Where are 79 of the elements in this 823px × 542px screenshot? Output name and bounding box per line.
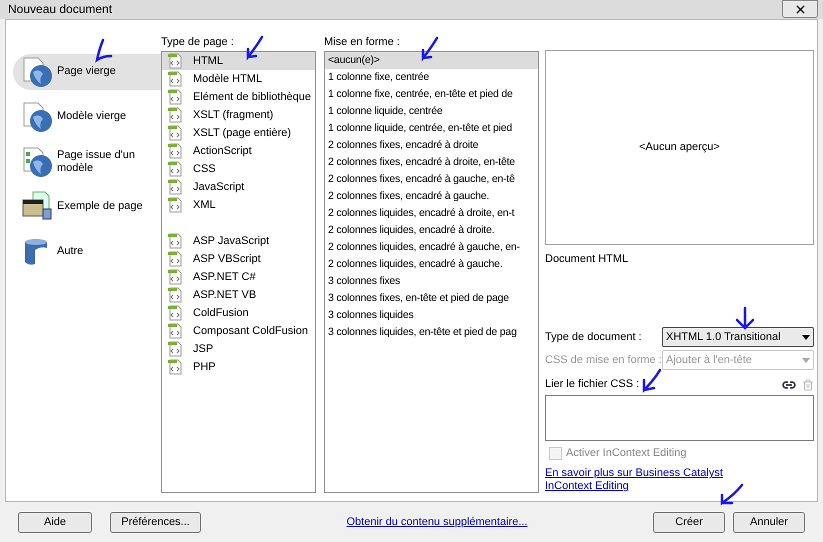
layout-item[interactable]: 2 colonnes liquides, encadré à gauche. <box>325 256 538 273</box>
page-type-item[interactable]: ASP VBScript <box>162 250 315 268</box>
page-type-item[interactable]: XML <box>162 196 315 214</box>
footer-button[interactable]: Aide <box>18 512 92 533</box>
page-type-item[interactable]: PHP <box>162 358 315 376</box>
page-type-item[interactable]: ASP JavaScript <box>162 232 315 250</box>
file-code-icon <box>167 286 183 303</box>
category-icon <box>21 146 53 178</box>
file-code-icon <box>167 178 183 195</box>
layout-item[interactable]: 3 colonnes fixes, en-tête et pied de page <box>325 290 538 307</box>
preview-area: <Aucun aperçu> <box>545 50 814 245</box>
layout-item[interactable]: 2 colonnes fixes, encadré à droite <box>325 136 538 154</box>
category-item[interactable]: Modèle vierge <box>13 98 161 135</box>
category-icon <box>21 100 53 133</box>
page-type-item[interactable]: ASP.NET C# <box>162 268 315 286</box>
layout-item[interactable]: <aucun(e)> <box>325 52 538 69</box>
category-icon <box>21 56 53 88</box>
layout-item[interactable]: 2 colonnes liquides, encadré à gauche, en- <box>325 238 538 256</box>
layout-item[interactable]: 2 colonnes fixes, encadré à gauche, en-tê <box>325 170 538 188</box>
layout-item[interactable]: 1 colonne fixe, centrée, en-tête et pied de <box>325 86 538 103</box>
layout-label: Mise en forme : <box>324 34 400 50</box>
page-type-item[interactable]: JSP <box>162 340 315 358</box>
page-type-item[interactable]: Composant ColdFusion <box>162 322 315 340</box>
page-type-label: Type de page : <box>161 34 234 50</box>
business-catalyst-link[interactable]: En savoir plus sur Business Catalyst InContext Editing <box>545 467 730 494</box>
layout-item[interactable]: 3 colonnes liquides, en-tête et pied de pag <box>325 324 538 341</box>
file-code-icon <box>167 322 183 339</box>
doc-type-select[interactable]: XHTML 1.0 Transitional <box>662 327 814 348</box>
preview-description: Document HTML <box>545 252 630 267</box>
layout-item[interactable]: 3 colonnes liquides <box>325 306 538 324</box>
layout-item[interactable]: 1 colonne fixe, centrée <box>325 68 538 86</box>
layout-item[interactable]: 2 colonnes fixes, encadré à droite, en-tête <box>325 154 538 171</box>
doc-type-label: Type de document : <box>545 330 642 346</box>
page-type-item[interactable]: CSS <box>162 160 315 178</box>
file-code-icon <box>167 340 183 357</box>
category-item[interactable]: Page vierge <box>13 54 161 90</box>
layout-item[interactable]: 2 colonnes liquides, encadré à droite. <box>325 222 538 239</box>
css-layout-label: CSS de mise en forme : <box>545 353 662 368</box>
trash-icon[interactable] <box>802 378 814 391</box>
footer-button[interactable]: Annuler <box>733 512 805 533</box>
page-type-item[interactable]: ASP.NET VB <box>162 286 315 304</box>
layout-item[interactable]: 2 colonnes fixes, encadré à gauche. <box>325 188 538 205</box>
layout-item[interactable]: 1 colonne liquide, centrée, en-tête et pied <box>325 120 538 137</box>
close-button[interactable] <box>782 0 818 18</box>
category-item[interactable]: Page issue d'un modèle <box>13 144 161 180</box>
layout-item[interactable]: 3 colonnes fixes <box>325 272 538 290</box>
file-code-icon <box>167 304 183 321</box>
file-code-icon <box>167 124 183 141</box>
more-content-link[interactable]: Obtenir du contenu supplémentaire... <box>346 514 528 530</box>
dropdown-caret-icon <box>802 334 810 340</box>
file-code-icon <box>167 358 183 375</box>
file-code-icon <box>167 106 183 123</box>
page-type-item[interactable]: HTML <box>162 52 315 70</box>
file-code-icon <box>167 160 183 177</box>
layout-item[interactable]: 1 colonne liquide, centrée <box>325 102 538 120</box>
page-type-item[interactable]: ColdFusion <box>162 304 315 322</box>
page-type-item[interactable]: XSLT (page entière) <box>162 124 315 142</box>
page-type-item[interactable]: JavaScript <box>162 178 315 196</box>
file-code-icon <box>167 88 183 105</box>
file-code-icon <box>167 142 183 159</box>
close-icon <box>794 2 806 16</box>
footer-button[interactable]: Préférences... <box>110 512 201 533</box>
link-css-label: Lier le fichier CSS : <box>545 377 640 392</box>
page-type-item[interactable]: Elément de bibliothèque <box>162 88 315 106</box>
page-type-item[interactable]: XSLT (fragment) <box>162 106 315 124</box>
file-code-icon <box>167 232 183 249</box>
window-title: Nouveau document <box>7 1 112 18</box>
dropdown-caret-icon <box>802 358 810 363</box>
file-code-icon <box>167 250 183 267</box>
category-item[interactable]: Exemple de page <box>13 188 161 225</box>
file-code-icon <box>167 70 183 87</box>
page-type-item[interactable]: ActionScript <box>162 142 315 160</box>
file-code-icon <box>167 268 183 285</box>
page-type-item[interactable]: Modèle HTML <box>162 70 315 88</box>
file-code-icon <box>167 196 183 213</box>
layout-item[interactable]: 2 colonnes liquides, encadré à droite, en-t <box>325 204 538 222</box>
footer-button[interactable]: Créer <box>653 512 725 533</box>
category-item[interactable]: Autre <box>13 234 161 270</box>
incontext-label: Activer InContext Editing <box>566 446 686 461</box>
